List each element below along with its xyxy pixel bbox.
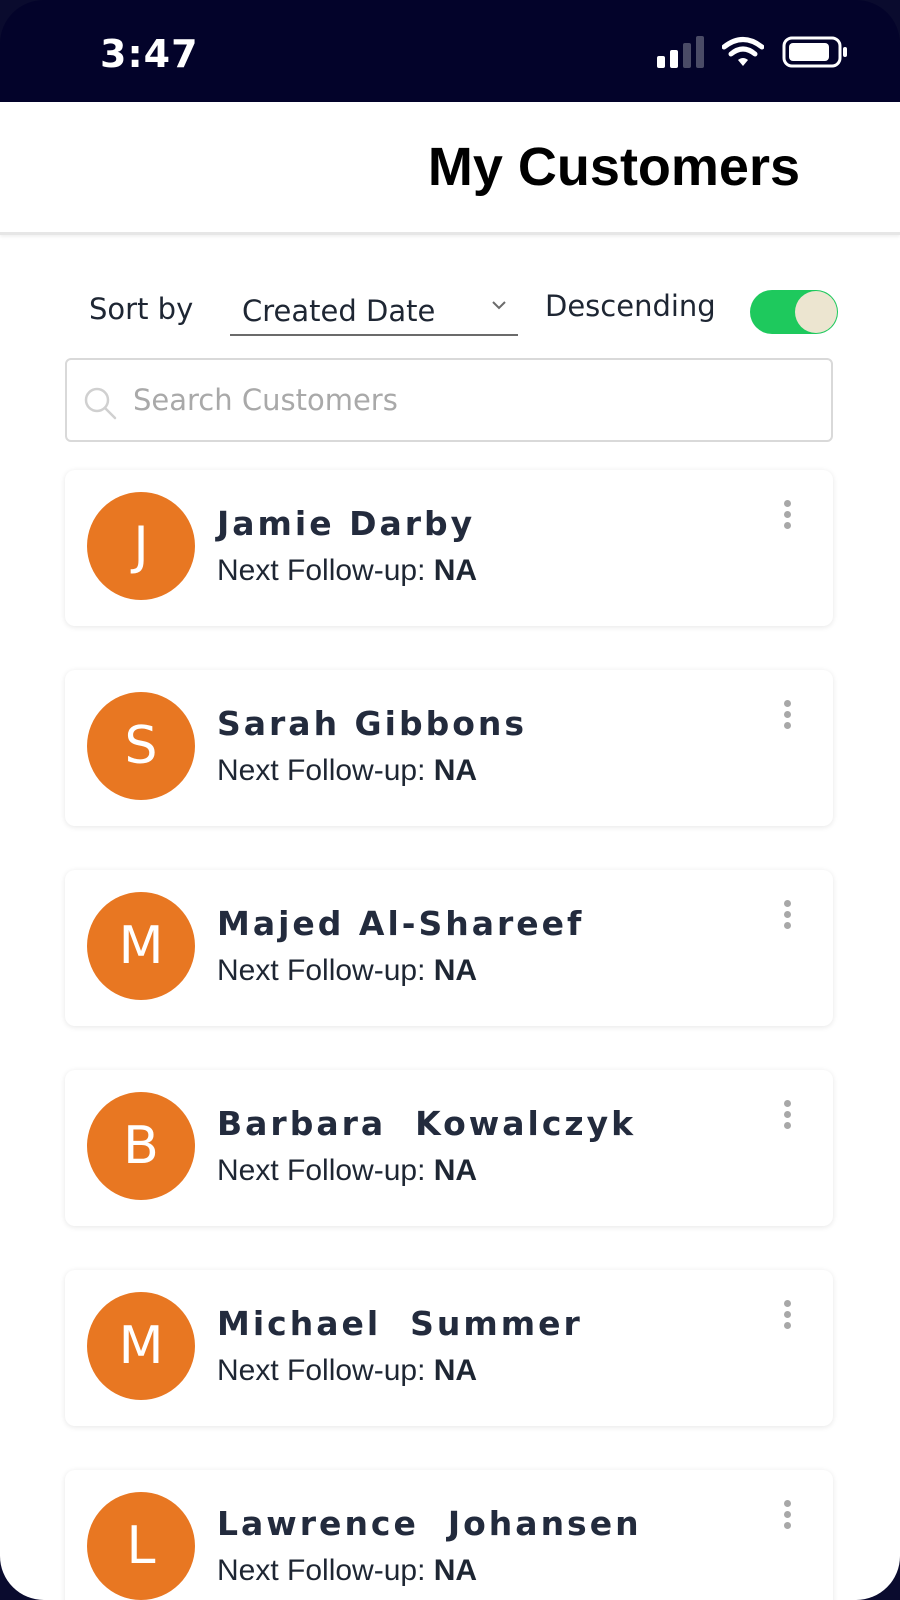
customer-card[interactable]: B Barbara Kowalczyk Next Follow-up: NA xyxy=(65,1070,833,1226)
more-vertical-icon[interactable] xyxy=(777,1100,797,1140)
customer-name: Michael Summer xyxy=(217,1304,583,1343)
customer-card[interactable]: S Sarah Gibbons Next Follow-up: NA xyxy=(65,670,833,826)
battery-icon xyxy=(782,36,847,68)
wifi-icon xyxy=(722,37,764,66)
followup-info: Next Follow-up: NA xyxy=(217,754,477,788)
followup-value: NA xyxy=(433,1354,478,1387)
followup-info: Next Follow-up: NA xyxy=(217,1554,477,1588)
toggle-knob xyxy=(795,291,837,333)
followup-info: Next Follow-up: NA xyxy=(217,1354,477,1388)
search-input[interactable] xyxy=(133,360,813,440)
avatar: L xyxy=(87,1492,195,1600)
followup-label: Next Follow-up: xyxy=(217,554,434,587)
status-icons xyxy=(657,36,848,68)
app-screen: My Customers Sort by Created Date Descen… xyxy=(0,102,900,1600)
status-time: 3:47 xyxy=(100,32,199,76)
followup-label: Next Follow-up: xyxy=(217,1154,434,1187)
followup-info: Next Follow-up: NA xyxy=(217,954,477,988)
sort-controls: Sort by Created Date Descending xyxy=(0,282,900,352)
search-box xyxy=(65,358,833,442)
avatar: M xyxy=(87,892,195,1000)
customer-name: Jamie Darby xyxy=(217,504,476,543)
followup-value: NA xyxy=(433,1154,478,1187)
customer-name: Barbara Kowalczyk xyxy=(217,1104,637,1143)
sort-order-label: Descending xyxy=(545,289,716,323)
followup-value: NA xyxy=(433,554,478,587)
app-header: My Customers xyxy=(0,102,900,235)
more-vertical-icon[interactable] xyxy=(777,1300,797,1340)
page-title: My Customers xyxy=(427,137,800,197)
followup-label: Next Follow-up: xyxy=(217,954,434,987)
customer-card[interactable]: M Majed Al-Shareef Next Follow-up: NA xyxy=(65,870,833,1026)
customer-name: Lawrence Johansen xyxy=(217,1504,642,1543)
avatar: J xyxy=(87,492,195,600)
followup-value: NA xyxy=(433,1554,478,1587)
followup-info: Next Follow-up: NA xyxy=(217,554,477,588)
customer-name: Sarah Gibbons xyxy=(217,704,528,743)
sort-field-select[interactable]: Created Date xyxy=(230,282,518,336)
customer-card[interactable]: J Jamie Darby Next Follow-up: NA xyxy=(65,470,833,626)
descending-toggle[interactable] xyxy=(750,290,838,334)
followup-value: NA xyxy=(433,954,478,987)
more-vertical-icon[interactable] xyxy=(777,700,797,740)
more-vertical-icon[interactable] xyxy=(777,1500,797,1540)
cellular-signal-icon xyxy=(657,36,704,68)
more-vertical-icon[interactable] xyxy=(777,500,797,540)
customer-name: Majed Al-Shareef xyxy=(217,904,585,943)
customer-card[interactable]: L Lawrence Johansen Next Follow-up: NA xyxy=(65,1470,833,1600)
customer-card[interactable]: M Michael Summer Next Follow-up: NA xyxy=(65,1270,833,1426)
followup-label: Next Follow-up: xyxy=(217,1354,434,1387)
sort-field-value: Created Date xyxy=(242,294,436,328)
phone-screen: 3:47 My Customers Sort by Created Date D… xyxy=(0,0,900,1600)
followup-value: NA xyxy=(433,754,478,787)
followup-label: Next Follow-up: xyxy=(217,754,434,787)
followup-label: Next Follow-up: xyxy=(217,1554,434,1587)
avatar: S xyxy=(87,692,195,800)
more-vertical-icon[interactable] xyxy=(777,900,797,940)
sort-by-label: Sort by xyxy=(89,292,194,326)
avatar: M xyxy=(87,1292,195,1400)
avatar: B xyxy=(87,1092,195,1200)
search-icon xyxy=(84,387,117,420)
chevron-down-icon xyxy=(492,301,506,310)
followup-info: Next Follow-up: NA xyxy=(217,1154,477,1188)
status-bar: 3:47 xyxy=(0,0,900,102)
